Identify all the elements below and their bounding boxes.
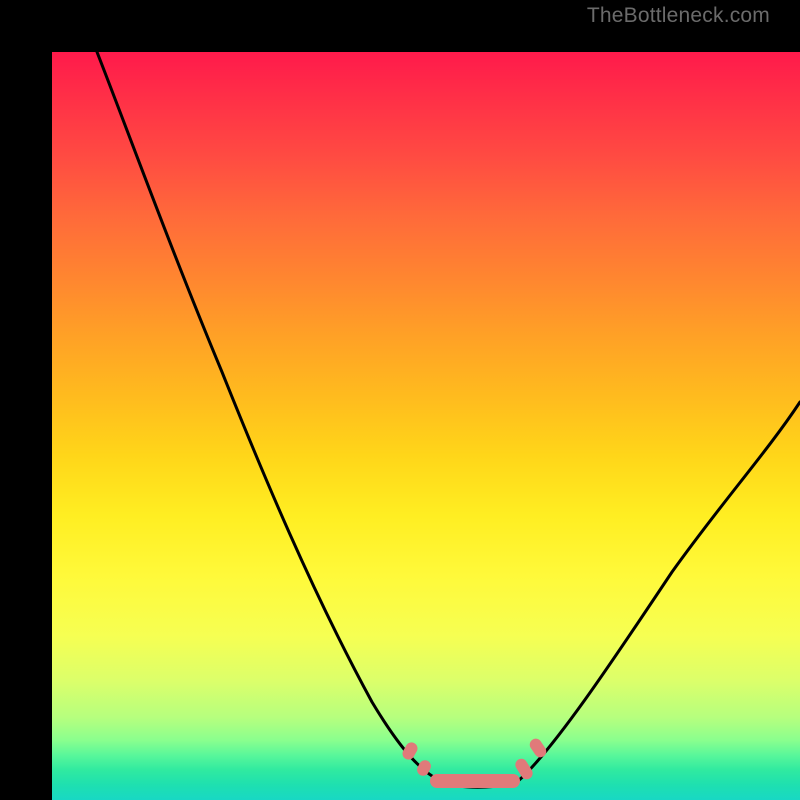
highlight-band bbox=[400, 736, 548, 788]
chart-frame bbox=[0, 0, 800, 800]
curve-layer bbox=[52, 52, 800, 800]
plot-area bbox=[52, 52, 800, 800]
watermark-text: TheBottleneck.com bbox=[587, 4, 770, 28]
left-curve bbox=[97, 52, 442, 782]
right-curve bbox=[517, 402, 800, 782]
